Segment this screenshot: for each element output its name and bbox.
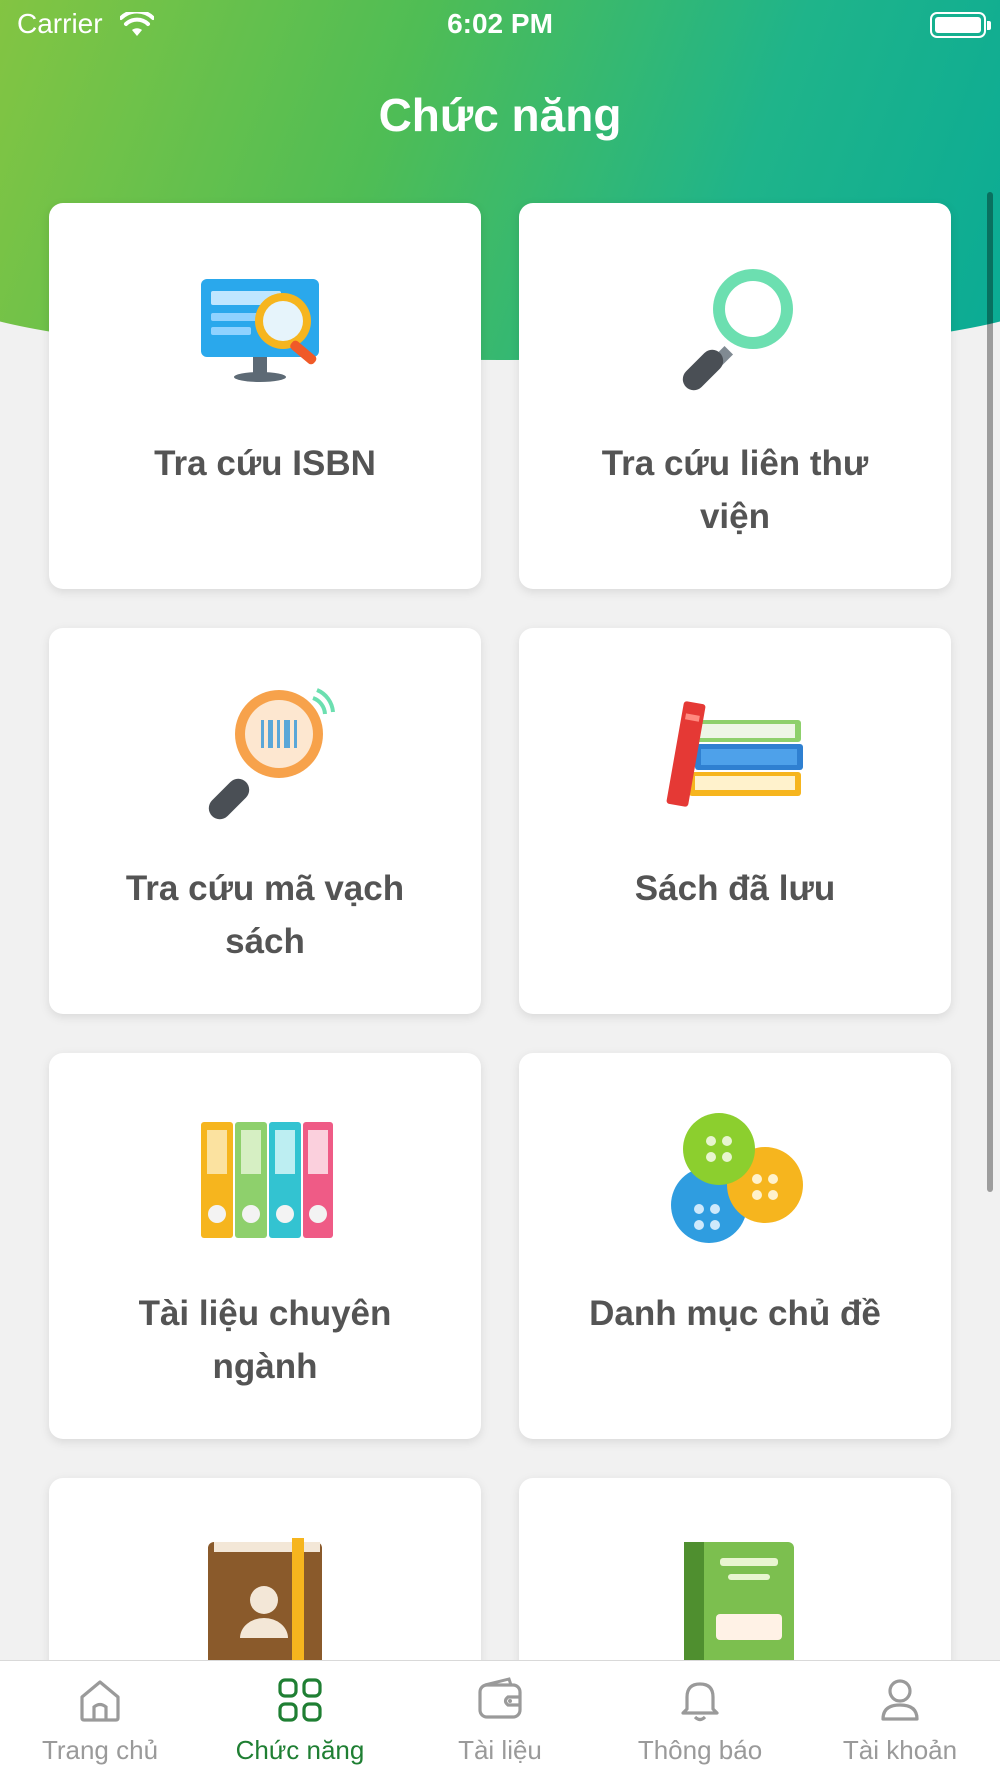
card-saved-books[interactable]: Sách đã lưu xyxy=(519,628,951,1014)
book-stack-icon xyxy=(666,701,803,807)
card-label: Sách đã lưu xyxy=(634,869,836,908)
tab-label: Thông báo xyxy=(637,1735,763,1765)
tab-notifications[interactable]: Thông báo xyxy=(600,1661,800,1778)
tab-account[interactable]: Tài khoản xyxy=(800,1661,1000,1778)
isbn-search-monitor-icon xyxy=(201,279,319,382)
battery-icon xyxy=(930,12,991,38)
card-interlibrary-lookup[interactable]: Tra cứu liên thư viện xyxy=(519,203,951,589)
wallet-icon xyxy=(478,1677,522,1719)
contact-book-icon xyxy=(208,1538,322,1674)
card-label: Tra cứu liên thư viện xyxy=(601,444,869,536)
app-screen: Carrier 6:02 PM Chức năng Tra cứu ISBN T… xyxy=(0,0,1000,1778)
tab-label: Tài khoản xyxy=(842,1735,958,1765)
card-barcode-lookup[interactable]: Tra cứu mã vạch sách xyxy=(49,628,481,1014)
card-label: Tài liệu chuyên ngành xyxy=(138,1294,392,1386)
tab-documents[interactable]: Tài liệu xyxy=(400,1661,600,1778)
card-isbn-lookup[interactable]: Tra cứu ISBN xyxy=(49,203,481,589)
barcode-magnifier-icon xyxy=(208,688,335,820)
card-topic-catalog[interactable]: Danh mục chủ đề xyxy=(519,1053,951,1439)
tab-label: Trang chủ xyxy=(41,1735,159,1765)
card-specialized-documents[interactable]: Tài liệu chuyên ngành xyxy=(49,1053,481,1439)
scrollbar[interactable] xyxy=(987,192,993,1192)
status-bar: Carrier 6:02 PM xyxy=(0,0,1000,50)
tab-label: Chức năng xyxy=(235,1735,365,1765)
tab-label: Tài liệu xyxy=(458,1735,542,1765)
card-label: Danh mục chủ đề xyxy=(589,1294,881,1333)
grid-icon xyxy=(278,1678,322,1722)
buttons-icon xyxy=(671,1113,803,1243)
tab-features[interactable]: Chức năng xyxy=(200,1661,400,1778)
bell-icon xyxy=(681,1682,719,1722)
card-label: Tra cứu ISBN xyxy=(154,444,376,483)
home-icon xyxy=(80,1680,120,1722)
tab-home[interactable]: Trang chủ xyxy=(0,1661,200,1778)
magnifier-icon xyxy=(682,269,793,391)
card-label: Tra cứu mã vạch sách xyxy=(125,869,405,961)
green-book-icon xyxy=(684,1542,794,1672)
clock: 6:02 PM xyxy=(447,8,553,39)
binders-icon xyxy=(201,1122,333,1238)
page-title: Chức năng xyxy=(378,89,622,141)
user-icon xyxy=(881,1679,919,1721)
bottom-tab-bar: Trang chủ Chức năng Tài liệu Thông báo T… xyxy=(0,1660,1000,1778)
